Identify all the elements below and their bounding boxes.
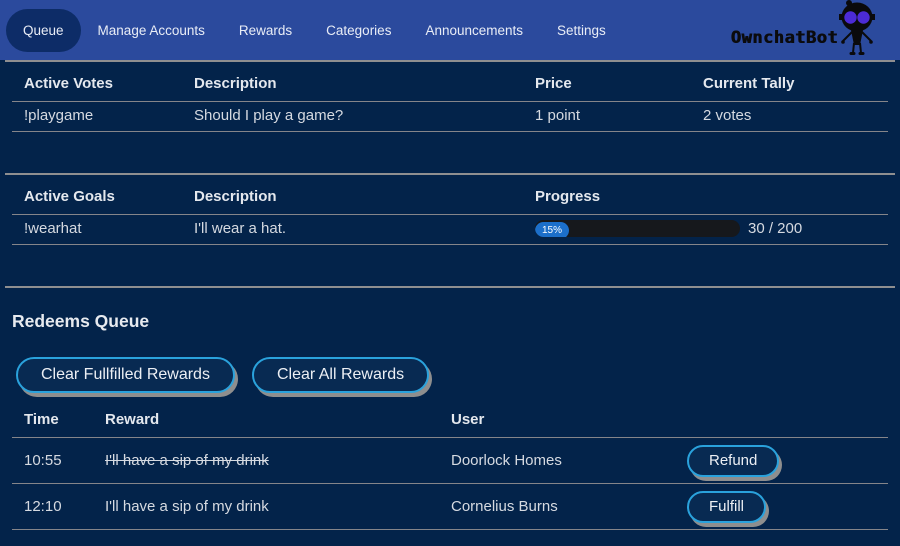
redeem-row-pending: 12:10 I'll have a sip of my drink Cornel… bbox=[12, 484, 888, 530]
active-votes-header-row: Active Votes Description Price Current T… bbox=[12, 62, 888, 102]
robot-mascot-icon bbox=[834, 0, 880, 56]
vote-description: Should I play a game? bbox=[182, 102, 523, 132]
redeems-header-row: Time Reward User bbox=[12, 398, 888, 438]
nav-item-manage-accounts[interactable]: Manage Accounts bbox=[81, 9, 222, 52]
goal-progress-label: 30 / 200 bbox=[748, 220, 802, 237]
vote-row: !playgame Should I play a game? 1 point … bbox=[12, 102, 888, 132]
vote-price: 1 point bbox=[523, 102, 691, 132]
redeems-queue-section: Redeems Queue Clear Fullfilled Rewards C… bbox=[5, 286, 895, 530]
col-current-tally: Current Tally bbox=[691, 62, 888, 102]
ownchatbot-logo: OwnchatBot bbox=[731, 0, 880, 56]
redeems-table: Time Reward User 10:55 I'll have a sip o… bbox=[12, 398, 888, 530]
goal-progress-bar: 15% bbox=[535, 220, 740, 237]
active-votes-section: Active Votes Description Price Current T… bbox=[5, 60, 895, 173]
col-price: Price bbox=[523, 62, 691, 102]
queue-main: Active Votes Description Price Current T… bbox=[0, 60, 900, 530]
vote-command: !playgame bbox=[12, 102, 182, 132]
logo-wordmark: OwnchatBot bbox=[731, 28, 838, 56]
nav-item-queue[interactable]: Queue bbox=[6, 9, 81, 52]
col-time: Time bbox=[12, 398, 93, 438]
col-active-goals: Active Goals bbox=[12, 175, 182, 215]
redeem-action-cell: Refund bbox=[675, 438, 888, 484]
redeem-time: 12:10 bbox=[12, 484, 93, 530]
redeem-reward: I'll have a sip of my drink bbox=[93, 484, 439, 530]
redeem-row-fulfilled: 10:55 I'll have a sip of my drink Doorlo… bbox=[12, 438, 888, 484]
goal-description: I'll wear a hat. bbox=[182, 215, 523, 245]
redeem-action-cell: Fulfill bbox=[675, 484, 888, 530]
clear-fulfilled-rewards-button[interactable]: Clear Fullfilled Rewards bbox=[16, 357, 235, 393]
col-description: Description bbox=[182, 62, 523, 102]
top-navbar: Queue Manage Accounts Rewards Categories… bbox=[0, 0, 900, 60]
goal-progress-cell: 15% 30 / 200 bbox=[523, 215, 888, 245]
redeems-queue-title: Redeems Queue bbox=[12, 311, 895, 332]
col-progress: Progress bbox=[523, 175, 888, 215]
nav-item-rewards[interactable]: Rewards bbox=[222, 9, 309, 52]
redeem-reward: I'll have a sip of my drink bbox=[93, 438, 439, 484]
active-goals-section: Active Goals Description Progress !wearh… bbox=[5, 173, 895, 286]
clear-all-rewards-button[interactable]: Clear All Rewards bbox=[252, 357, 429, 393]
goal-command: !wearhat bbox=[12, 215, 182, 245]
nav-item-categories[interactable]: Categories bbox=[309, 9, 408, 52]
col-action bbox=[675, 398, 888, 438]
ownchatbot-queue-page: { "nav": { "items": [ { "label": "Queue"… bbox=[0, 0, 900, 546]
col-reward: Reward bbox=[93, 398, 439, 438]
col-active-votes: Active Votes bbox=[12, 62, 182, 102]
vote-tally: 2 votes bbox=[691, 102, 888, 132]
redeem-user: Cornelius Burns bbox=[439, 484, 675, 530]
refund-button[interactable]: Refund bbox=[687, 445, 779, 477]
active-goals-header-row: Active Goals Description Progress bbox=[12, 175, 888, 215]
nav-item-settings[interactable]: Settings bbox=[540, 9, 623, 52]
fulfill-button[interactable]: Fulfill bbox=[687, 491, 766, 523]
nav-item-announcements[interactable]: Announcements bbox=[408, 9, 540, 52]
goal-row: !wearhat I'll wear a hat. 15% 30 / 200 bbox=[12, 215, 888, 245]
active-goals-table: Active Goals Description Progress !wearh… bbox=[12, 175, 888, 245]
goal-progress-fill: 15% bbox=[535, 222, 569, 237]
col-user: User bbox=[439, 398, 675, 438]
redeems-actions: Clear Fullfilled Rewards Clear All Rewar… bbox=[16, 357, 895, 393]
redeem-user: Doorlock Homes bbox=[439, 438, 675, 484]
col-description: Description bbox=[182, 175, 523, 215]
active-votes-table: Active Votes Description Price Current T… bbox=[12, 62, 888, 132]
redeem-time: 10:55 bbox=[12, 438, 93, 484]
